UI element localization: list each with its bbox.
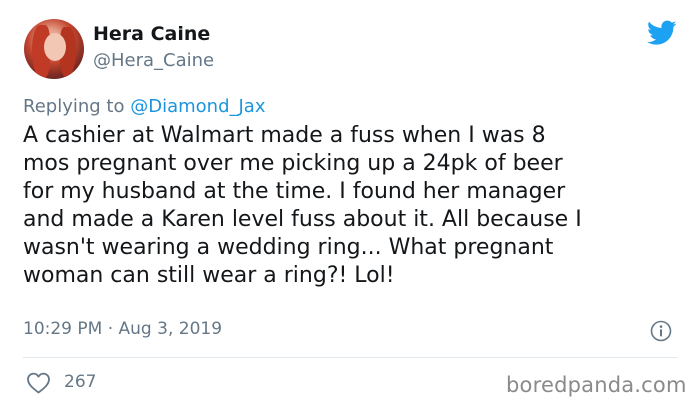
like-count: 267 bbox=[64, 372, 97, 392]
avatar[interactable] bbox=[24, 19, 84, 79]
info-icon[interactable] bbox=[650, 320, 672, 342]
reply-mention-link[interactable]: @Diamond_Jax bbox=[130, 96, 265, 117]
tweet-text-line: mos pregnant over me picking up a 24pk o… bbox=[23, 151, 563, 176]
twitter-bird-icon[interactable] bbox=[647, 20, 677, 46]
heart-icon[interactable] bbox=[26, 372, 51, 394]
tweet-text-line: for my husband at the time. I found her … bbox=[23, 179, 566, 204]
tweet-text-line: and made a Karen level fuss about it. Al… bbox=[23, 207, 582, 232]
tweet-timestamp[interactable]: 10:29 PM · Aug 3, 2019 bbox=[23, 319, 222, 339]
replying-to: Replying to @Diamond_Jax bbox=[23, 96, 265, 117]
tweet-text-line: A cashier at Walmart made a fuss when I … bbox=[23, 123, 546, 148]
divider bbox=[23, 357, 677, 358]
tweet-text-line: wasn't wearing a wedding ring... What pr… bbox=[23, 235, 554, 260]
avatar-face bbox=[44, 33, 66, 61]
author-handle[interactable]: @Hera_Caine bbox=[93, 50, 214, 71]
tweet-text-line: woman can still wear a ring?! Lol! bbox=[23, 263, 395, 288]
replying-to-prefix: Replying to bbox=[23, 96, 125, 117]
author-display-name[interactable]: Hera Caine bbox=[93, 23, 210, 45]
watermark: boredpanda.com bbox=[506, 373, 687, 397]
tweet-text: A cashier at Walmart made a fuss when I … bbox=[23, 122, 683, 290]
